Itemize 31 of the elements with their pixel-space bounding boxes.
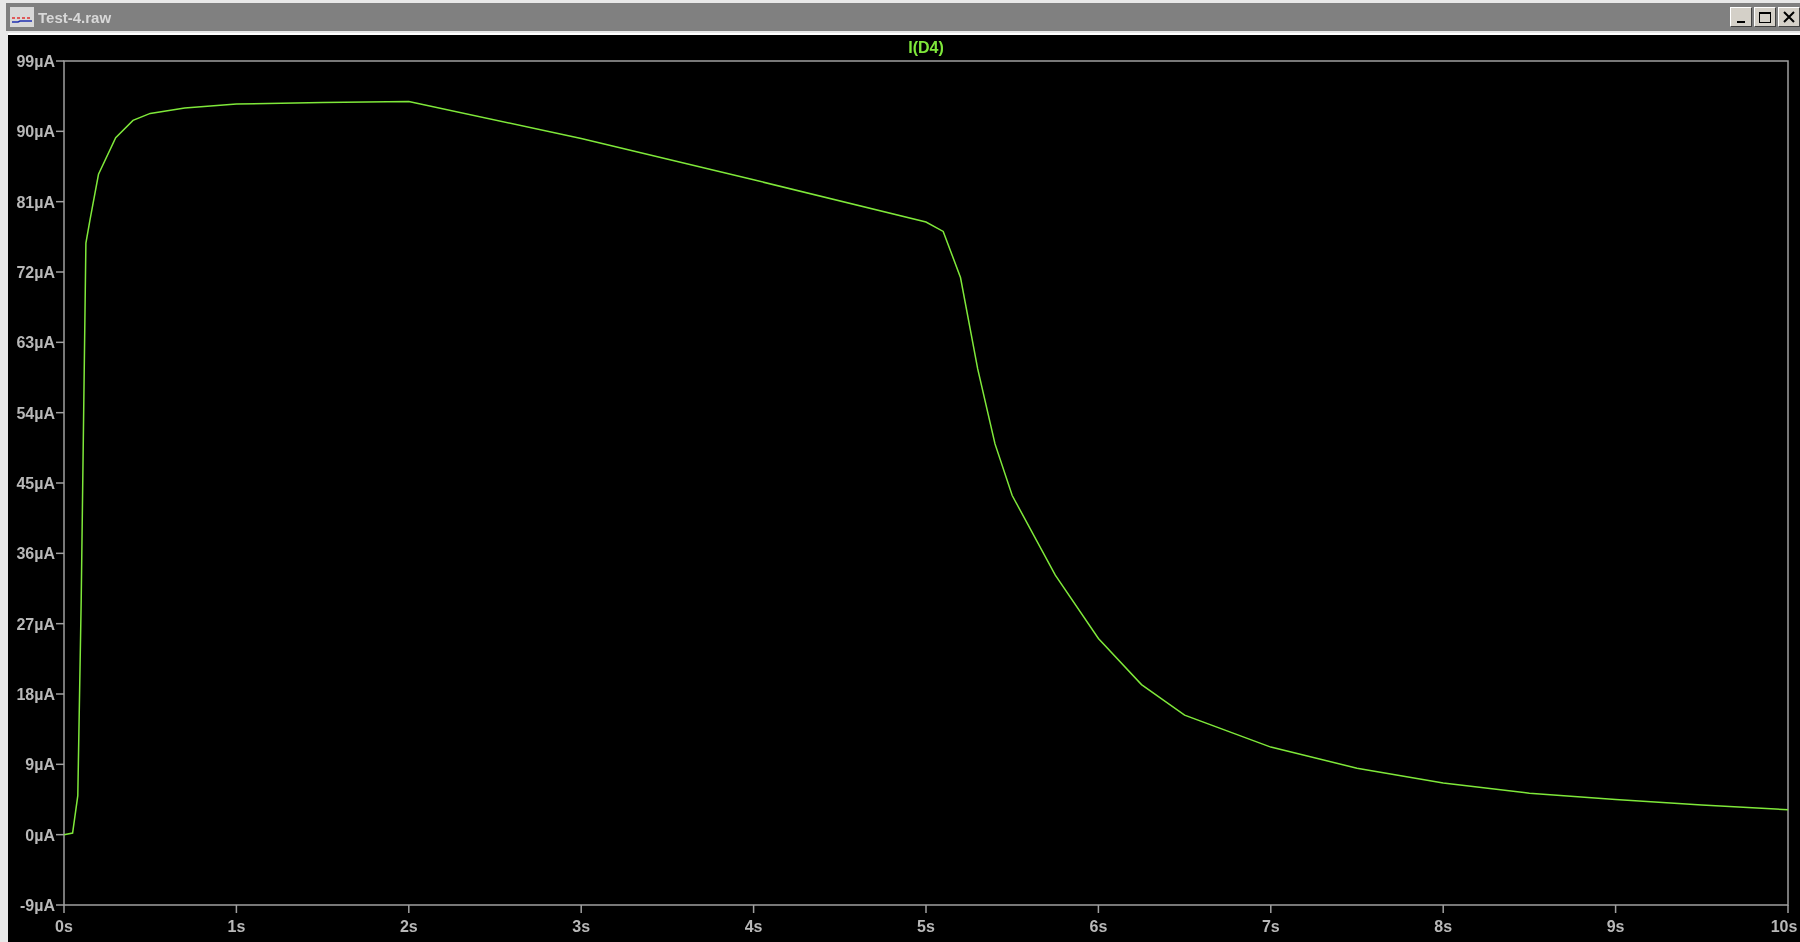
- y-tick-label: 27µA: [16, 615, 55, 633]
- x-tick-label: 0s: [55, 918, 73, 935]
- x-tick-label: 6s: [1089, 918, 1108, 935]
- x-tick-label: 3s: [572, 918, 591, 935]
- y-tick-label: 18µA: [16, 686, 55, 703]
- y-tick-label: 63µA: [16, 334, 55, 352]
- y-tick-label: 36µA: [16, 545, 55, 563]
- x-tick-label: 10s: [1770, 918, 1798, 935]
- waveform-icon: [10, 7, 34, 27]
- minimize-button[interactable]: [1730, 7, 1752, 27]
- x-tick-label: 1s: [227, 918, 246, 935]
- y-tick-label: 0µA: [25, 826, 55, 844]
- window-title: Test-4.raw: [38, 8, 112, 26]
- close-button[interactable]: [1778, 7, 1800, 27]
- y-tick-label: 54µA: [16, 404, 55, 422]
- x-tick-label: 8s: [1434, 918, 1453, 935]
- y-tick-label: -9µA: [20, 897, 55, 914]
- close-icon: [1783, 11, 1795, 23]
- x-tick-label: 9s: [1606, 918, 1625, 935]
- y-tick-label: 9µA: [25, 756, 55, 774]
- x-tick-label: 4s: [744, 918, 763, 935]
- trace-label: I(D4): [908, 39, 944, 56]
- y-tick-label: 90µA: [16, 123, 55, 141]
- y-tick-label: 81µA: [16, 193, 55, 211]
- y-tick-label: 45µA: [16, 475, 55, 492]
- y-tick-label: 72µA: [16, 264, 55, 281]
- x-tick-label: 5s: [917, 918, 935, 935]
- y-tick-label: 99µA: [16, 53, 55, 70]
- x-tick-label: 7s: [1261, 918, 1280, 935]
- maximize-button[interactable]: [1754, 7, 1776, 27]
- x-tick-label: 2s: [399, 918, 418, 935]
